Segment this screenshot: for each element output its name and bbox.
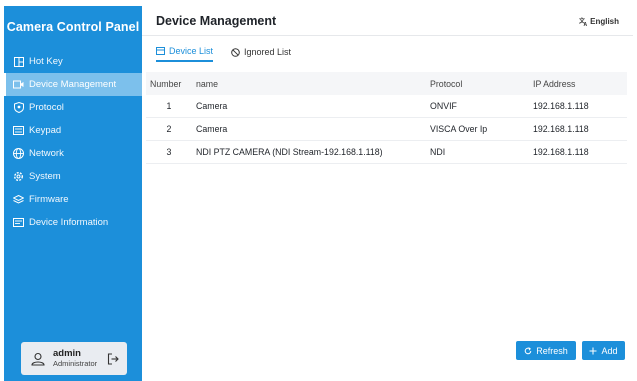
sidebar-item-protocol[interactable]: Protocol [4,96,142,119]
sidebar-item-device-management[interactable]: Device Management [4,73,142,96]
hotkey-icon [13,56,24,67]
sidebar-item-label: Firmware [29,194,69,205]
language-label: English [590,17,619,26]
app-window: Camera Control Panel Hot Key Device Mana… [0,0,637,381]
user-info: admin Administrator [53,347,98,369]
sidebar-item-label: Device Information [29,217,109,228]
keyboard-icon [13,125,24,136]
sidebar-item-label: Network [29,148,64,159]
language-switcher[interactable]: 文A English [579,17,619,26]
add-label: Add [601,345,618,356]
sidebar-item-label: System [29,171,61,182]
table-header: Number name Protocol IP Address [146,72,627,95]
app-title: Camera Control Panel [6,20,140,34]
cell-name: Camera [196,124,228,134]
user-card: admin Administrator [21,342,127,375]
tab-label: Ignored List [244,47,292,57]
layers-icon [13,194,24,205]
page-title: Device Management [156,14,277,28]
sidebar-item-label: Protocol [29,102,64,113]
tab-device-list[interactable]: Device List [156,42,214,62]
device-table: Number name Protocol IP Address 1 Camera… [146,72,627,164]
gear-icon [13,171,24,182]
sidebar-nav: Hot Key Device Management Protocol Keypa… [4,50,142,234]
cell-number: 3 [166,147,172,157]
sidebar-item-keypad[interactable]: Keypad [4,119,142,142]
sidebar-item-firmware[interactable]: Firmware [4,188,142,211]
main-panel: Device Management 文A English Device List… [142,6,633,381]
column-header-protocol: Protocol [430,78,463,89]
sidebar-item-network[interactable]: Network [4,142,142,165]
cell-ip: 192.168.1.118 [533,147,589,157]
shield-icon [13,102,24,113]
sidebar-item-hot-key[interactable]: Hot Key [4,50,142,73]
cell-ip: 192.168.1.118 [533,124,589,134]
table-row[interactable]: 3 NDI PTZ CAMERA (NDI Stream-192.168.1.1… [146,141,627,164]
sidebar-item-label: Device Management [29,79,117,90]
cell-ip: 192.168.1.118 [533,101,589,111]
column-header-name: name [196,78,219,89]
translate-icon: 文A [579,17,588,26]
svg-text:A: A [584,22,588,26]
sidebar-item-system[interactable]: System [4,165,142,188]
sidebar-item-device-information[interactable]: Device Information [4,211,142,234]
tab-label: Device List [169,46,214,56]
sidebar-item-label: Keypad [29,125,62,136]
tab-ignored-list[interactable]: Ignored List [231,42,291,62]
cell-protocol: VISCA Over Ip [430,124,488,134]
column-header-ip: IP Address [533,78,576,89]
block-icon [231,47,240,57]
list-icon [156,47,165,55]
cell-protocol: ONVIF [430,101,457,111]
table-row[interactable]: 2 Camera VISCA Over Ip 192.168.1.118 [146,118,627,141]
sidebar: Camera Control Panel Hot Key Device Mana… [4,6,142,381]
sidebar-item-label: Hot Key [29,56,63,67]
cell-name: NDI PTZ CAMERA (NDI Stream-192.168.1.118… [196,147,383,157]
column-header-number: Number [150,78,182,89]
cell-protocol: NDI [430,147,446,157]
add-button[interactable]: Add [582,341,625,360]
user-icon [31,352,45,366]
info-card-icon [13,217,24,228]
user-name: admin [53,347,81,359]
cell-name: Camera [196,101,228,111]
table-row[interactable]: 1 Camera ONVIF 192.168.1.118 [146,95,627,118]
logout-icon[interactable] [107,352,119,365]
refresh-button[interactable]: Refresh [516,341,576,360]
refresh-label: Refresh [536,345,568,356]
globe-icon [13,148,24,159]
tab-bar: Device List Ignored List [156,42,309,64]
camera-icon [13,79,24,90]
user-role: Administrator [53,358,98,368]
cell-number: 2 [166,124,172,134]
plus-icon [589,347,597,354]
cell-number: 1 [166,101,172,111]
main-header: Device Management 文A English [142,6,633,36]
refresh-icon [524,346,532,354]
